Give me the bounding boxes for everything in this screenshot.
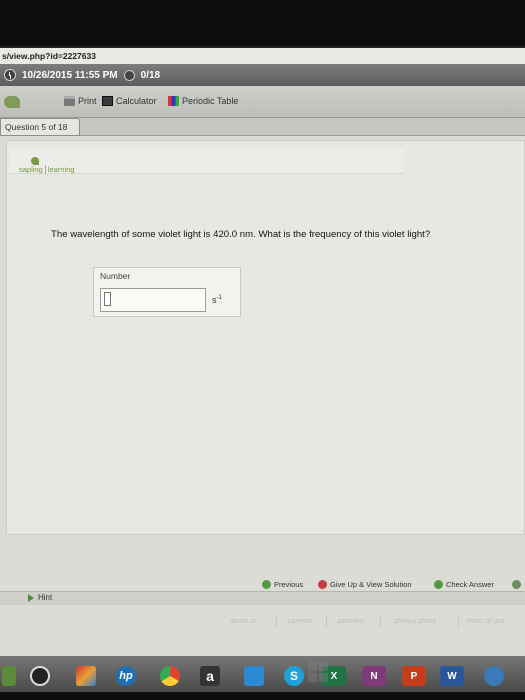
amazon-letter: a: [206, 668, 214, 684]
brand-divider: [44, 165, 46, 174]
footer-link-terms[interactable]: terms of use: [466, 618, 505, 625]
powerpoint-icon[interactable]: P: [402, 666, 426, 686]
check-icon: [434, 580, 443, 589]
taskbar: hp a S X N P W: [0, 656, 525, 692]
answer-box: Number s-1: [93, 267, 241, 317]
give-up-label: Give Up & View Solution: [330, 580, 412, 589]
apps-icon[interactable]: [2, 666, 16, 686]
give-up-button[interactable]: Give Up & View Solution: [318, 580, 412, 589]
footer-divider: [458, 614, 459, 628]
hp-icon[interactable]: hp: [116, 666, 136, 686]
tab-question[interactable]: Question 5 of 18: [0, 118, 80, 136]
score-icon: [123, 69, 135, 81]
number-input[interactable]: [100, 288, 206, 312]
footer-link-about[interactable]: about us: [230, 618, 257, 625]
brand-left: sapling: [19, 165, 43, 174]
windows-logo-icon: [308, 662, 328, 682]
word-icon[interactable]: W: [440, 666, 464, 686]
input-cursor: [104, 292, 111, 306]
question-panel: sapling learning The wavelength of some …: [6, 140, 525, 535]
question-tab-label: Question 5 of 18: [5, 122, 68, 132]
clock-icon: [4, 69, 16, 81]
footer-divider: [276, 614, 277, 628]
print-button[interactable]: Print: [64, 96, 97, 106]
weather-icon[interactable]: [244, 666, 264, 686]
onenote-icon[interactable]: N: [362, 666, 386, 686]
skype-icon[interactable]: S: [284, 666, 304, 686]
datetime: 10/26/2015 11:55 PM: [22, 69, 118, 81]
sapling-leaf-icon: [4, 96, 20, 108]
footer-links: about us careers partners privacy policy…: [0, 614, 525, 634]
hint-label: Hint: [38, 593, 53, 602]
expand-arrow-icon: [28, 593, 34, 602]
question-nav-bar: Question 5 of 18: [0, 118, 525, 136]
sprout-icon: [31, 157, 39, 165]
skype-letter: S: [289, 669, 298, 683]
footer-link-partners[interactable]: partners: [338, 618, 364, 625]
sapling-logo: sapling learning: [19, 157, 75, 174]
periodic-table-button[interactable]: Periodic Table: [168, 96, 238, 106]
hint-toggle[interactable]: Hint: [28, 593, 52, 602]
store-icon[interactable]: [484, 666, 504, 686]
answer-label: Number: [100, 271, 131, 281]
previous-button[interactable]: Previous: [262, 580, 303, 589]
check-answer-button[interactable]: Check Answer: [434, 580, 494, 589]
calculator-label: Calculator: [116, 96, 157, 106]
media-icon[interactable]: [30, 666, 50, 686]
amazon-icon[interactable]: a: [200, 666, 220, 686]
score: 0/18: [140, 69, 161, 81]
give-up-icon: [318, 580, 327, 589]
tool-bar: Print Calculator Periodic Table: [0, 86, 525, 118]
question-text: The wavelength of some violet light is 4…: [51, 229, 431, 240]
periodic-table-icon: [168, 96, 179, 106]
previous-label: Previous: [274, 580, 304, 589]
periodic-table-label: Periodic Table: [182, 96, 239, 106]
footer-divider: [326, 614, 327, 628]
powerpoint-letter: P: [410, 670, 418, 682]
address-bar[interactable]: s/view.php?id=2227633: [0, 48, 525, 64]
unit-label: s-1: [212, 295, 222, 305]
calculator-icon: [102, 96, 113, 106]
next-button[interactable]: [512, 580, 521, 589]
brand-right: learning: [47, 165, 75, 174]
check-answer-label: Check Answer: [446, 580, 494, 589]
unit-exponent: -1: [216, 295, 222, 301]
footer-link-privacy[interactable]: privacy policy: [394, 618, 436, 625]
onenote-letter: N: [370, 670, 378, 682]
footer-link-careers[interactable]: careers: [288, 618, 311, 625]
next-icon: [512, 580, 521, 589]
printer-icon: [64, 96, 75, 106]
url-text: s/view.php?id=2227633: [2, 51, 96, 61]
browser-screen: s/view.php?id=2227633 10/26/2015 11:55 P…: [0, 46, 525, 692]
previous-icon: [262, 580, 271, 589]
chrome-icon[interactable]: [160, 666, 180, 686]
excel-letter: X: [330, 670, 338, 682]
photos-icon[interactable]: [76, 666, 96, 686]
panel-header: sapling learning: [9, 149, 404, 174]
calculator-button[interactable]: Calculator: [102, 96, 157, 106]
hp-letters: hp: [119, 670, 133, 682]
print-label: Print: [78, 96, 97, 106]
hint-bar: Hint: [0, 591, 525, 605]
word-letter: W: [447, 670, 457, 682]
status-bar: 10/26/2015 11:55 PM 0/18: [0, 64, 525, 86]
footer-divider: [380, 614, 381, 628]
